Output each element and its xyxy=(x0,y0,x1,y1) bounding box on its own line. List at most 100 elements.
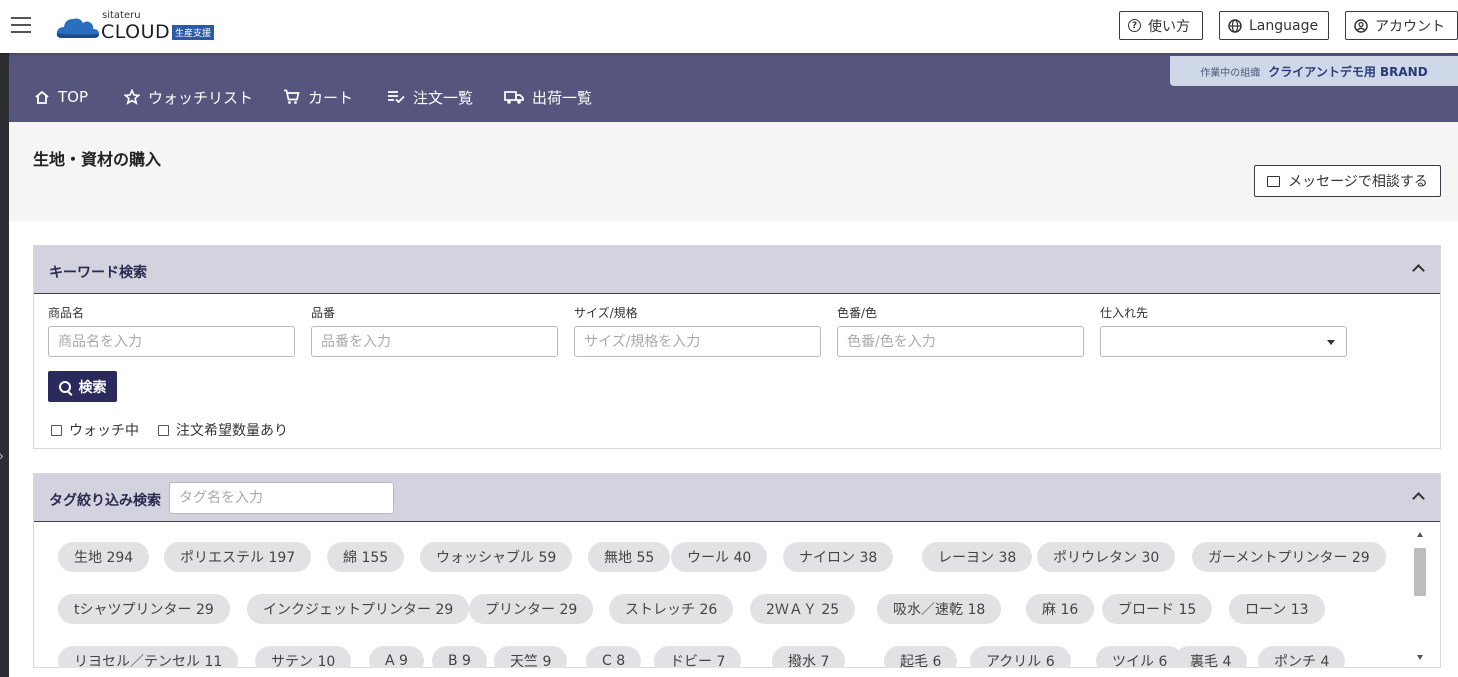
tag-chip[interactable]: 綿 155 xyxy=(327,542,405,572)
tag-chip[interactable]: ローン 13 xyxy=(1229,594,1325,624)
product-number-label: 品番 xyxy=(311,306,336,320)
org-value: クライアントデモ用 BRAND xyxy=(1268,64,1428,79)
size-spec-label: サイズ/規格 xyxy=(574,306,638,320)
account-circle-icon xyxy=(1354,18,1368,33)
tag-chip[interactable]: プリンター 29 xyxy=(469,594,594,624)
logo-wordmark: CLOUD xyxy=(101,21,171,43)
keyword-search-panel: キーワード検索 商品名 品番 サイズ/規格 色番/色 仕入れ先 検索 ウォッチ中… xyxy=(33,245,1441,449)
logo[interactable]: sitateru CLOUD 生産支援 xyxy=(56,10,226,44)
tag-chip[interactable]: 天竺 9 xyxy=(494,646,568,668)
tag-list: 生地 294 ポリエステル 197 綿 155 ウォッシャブル 59 無地 55 ウール … xyxy=(34,522,1411,668)
tag-chip[interactable]: ガーメントプリンター 29 xyxy=(1192,542,1386,572)
watching-checkbox[interactable]: ウォッチ中 xyxy=(51,420,139,440)
message-consult-button[interactable]: メッセージで相談する xyxy=(1254,165,1441,197)
message-icon xyxy=(1267,175,1281,187)
tag-chip[interactable]: ナイロン 38 xyxy=(783,542,894,572)
order-quantity-checkbox[interactable]: 注文希望数量あり xyxy=(158,420,288,440)
color-label: 色番/色 xyxy=(837,306,878,320)
color-field: 色番/色 xyxy=(837,304,1084,357)
tag-chip[interactable]: A 9 xyxy=(369,646,424,668)
tag-chip[interactable]: インクジェットプリンター 29 xyxy=(247,594,470,624)
current-organization: 作業中の組織 クライアントデモ用 BRAND xyxy=(1170,56,1458,86)
account-button[interactable]: アカウント xyxy=(1345,11,1458,40)
size-spec-input[interactable] xyxy=(574,326,821,357)
logo-subtitle: sitateru xyxy=(102,10,141,21)
product-name-label: 商品名 xyxy=(48,306,85,320)
color-input[interactable] xyxy=(837,326,1084,357)
expand-chevron-icon[interactable]: › xyxy=(0,449,4,463)
org-label: 作業中の組織 xyxy=(1200,67,1261,79)
tag-chip[interactable]: ポンチ 4 xyxy=(1258,646,1346,668)
nav-item-top[interactable]: TOP xyxy=(34,86,88,108)
tag-chip[interactable]: ブロード 15 xyxy=(1102,594,1213,624)
tag-chip[interactable]: 裏毛 4 xyxy=(1174,646,1248,668)
nav-item-shipments[interactable]: 出荷一覧 xyxy=(504,86,592,108)
tag-chip[interactable]: ウール 40 xyxy=(671,542,768,572)
home-icon xyxy=(35,90,49,104)
search-icon xyxy=(58,380,71,393)
tag-chip[interactable]: 吸水／速乾 18 xyxy=(877,594,1002,624)
tag-search-panel: タグ絞り込み検索 生地 294 ポリエステル 197 綿 155 ウォッシャブル 59… xyxy=(33,473,1441,668)
top-header: sitateru CLOUD 生産支援 ? 使い方 Language アカウント xyxy=(0,0,1458,53)
tag-list-scrollbar[interactable] xyxy=(1414,530,1426,662)
scroll-up-icon[interactable] xyxy=(1417,532,1423,537)
nav-item-orders[interactable]: 注文一覧 xyxy=(387,86,473,108)
tag-chip[interactable]: 麻 16 xyxy=(1026,594,1095,624)
nav-item-top-label: TOP xyxy=(58,88,89,106)
tag-chip[interactable]: ポリエステル 197 xyxy=(164,542,312,572)
nav-item-cart[interactable]: カート xyxy=(283,86,353,108)
logo-badge: 生産支援 xyxy=(172,25,215,40)
tag-chip[interactable]: C 8 xyxy=(586,646,642,668)
tag-chip[interactable]: 生地 294 xyxy=(58,542,150,572)
tag-chip[interactable]: 2ＷＡＹ 25 xyxy=(750,594,856,624)
nav-item-watchlist[interactable]: ウォッチリスト xyxy=(124,86,253,108)
tag-search-title: タグ絞り込み検索 xyxy=(49,493,161,509)
tag-chip[interactable]: B 9 xyxy=(432,646,487,668)
tag-chip[interactable]: ストレッチ 26 xyxy=(609,594,734,624)
left-rail: › xyxy=(0,53,9,677)
help-button-label: 使い方 xyxy=(1148,18,1190,35)
keyword-search-title: キーワード検索 xyxy=(49,265,147,281)
language-button[interactable]: Language xyxy=(1219,11,1329,40)
collapse-chevron-icon[interactable] xyxy=(1410,260,1426,276)
tag-chip[interactable]: ツイル 6 xyxy=(1096,646,1184,668)
help-button[interactable]: ? 使い方 xyxy=(1119,11,1203,40)
tag-chip[interactable]: リヨセル／テンセル 11 xyxy=(58,646,239,668)
search-button-label: 検索 xyxy=(78,379,107,396)
page-title: 生地・資材の購入 xyxy=(33,150,162,169)
tag-chip[interactable]: サテン 10 xyxy=(255,646,352,668)
scrollbar-thumb[interactable] xyxy=(1414,548,1426,596)
cart-icon xyxy=(284,89,300,104)
tag-chip[interactable]: tシャツプリンター 29 xyxy=(58,594,230,624)
checkbox-icon[interactable] xyxy=(51,424,62,436)
globe-icon xyxy=(1228,18,1242,33)
nav-item-orders-label: 注文一覧 xyxy=(413,88,474,107)
tag-chip[interactable]: ウォッシャブル 59 xyxy=(420,542,573,572)
tag-chip[interactable]: ドビー 7 xyxy=(654,646,742,668)
tag-chip[interactable]: レーヨン 38 xyxy=(922,542,1033,572)
checkbox-icon[interactable] xyxy=(158,424,169,436)
size-spec-field: サイズ/規格 xyxy=(574,304,821,357)
search-button[interactable]: 検索 xyxy=(48,371,117,402)
tag-chip[interactable]: 無地 55 xyxy=(588,542,671,572)
page-header: 生地・資材の購入 メッセージで相談する xyxy=(9,122,1458,221)
product-number-input[interactable] xyxy=(311,326,558,357)
nav-item-watchlist-label: ウォッチリスト xyxy=(148,88,254,107)
hamburger-menu-icon[interactable] xyxy=(11,17,31,33)
tag-chip[interactable]: ポリウレタン 30 xyxy=(1037,542,1176,572)
tag-chip[interactable]: アクリル 6 xyxy=(970,646,1071,668)
question-circle-icon: ? xyxy=(1128,19,1141,32)
product-name-field: 商品名 xyxy=(48,304,295,357)
keyword-search-header[interactable]: キーワード検索 xyxy=(34,246,1440,294)
supplier-label: 仕入れ先 xyxy=(1100,306,1149,320)
order-quantity-checkbox-label: 注文希望数量あり xyxy=(176,423,288,439)
tag-chip[interactable]: 起毛 6 xyxy=(884,646,958,668)
product-name-input[interactable] xyxy=(48,326,295,357)
scroll-down-icon[interactable] xyxy=(1417,655,1423,660)
collapse-chevron-icon[interactable] xyxy=(1410,488,1426,504)
tag-search-input[interactable] xyxy=(169,482,394,514)
star-icon xyxy=(124,89,140,105)
supplier-select[interactable] xyxy=(1100,326,1347,357)
nav-item-shipments-label: 出荷一覧 xyxy=(532,88,593,107)
tag-chip[interactable]: 撥水 7 xyxy=(772,646,846,668)
